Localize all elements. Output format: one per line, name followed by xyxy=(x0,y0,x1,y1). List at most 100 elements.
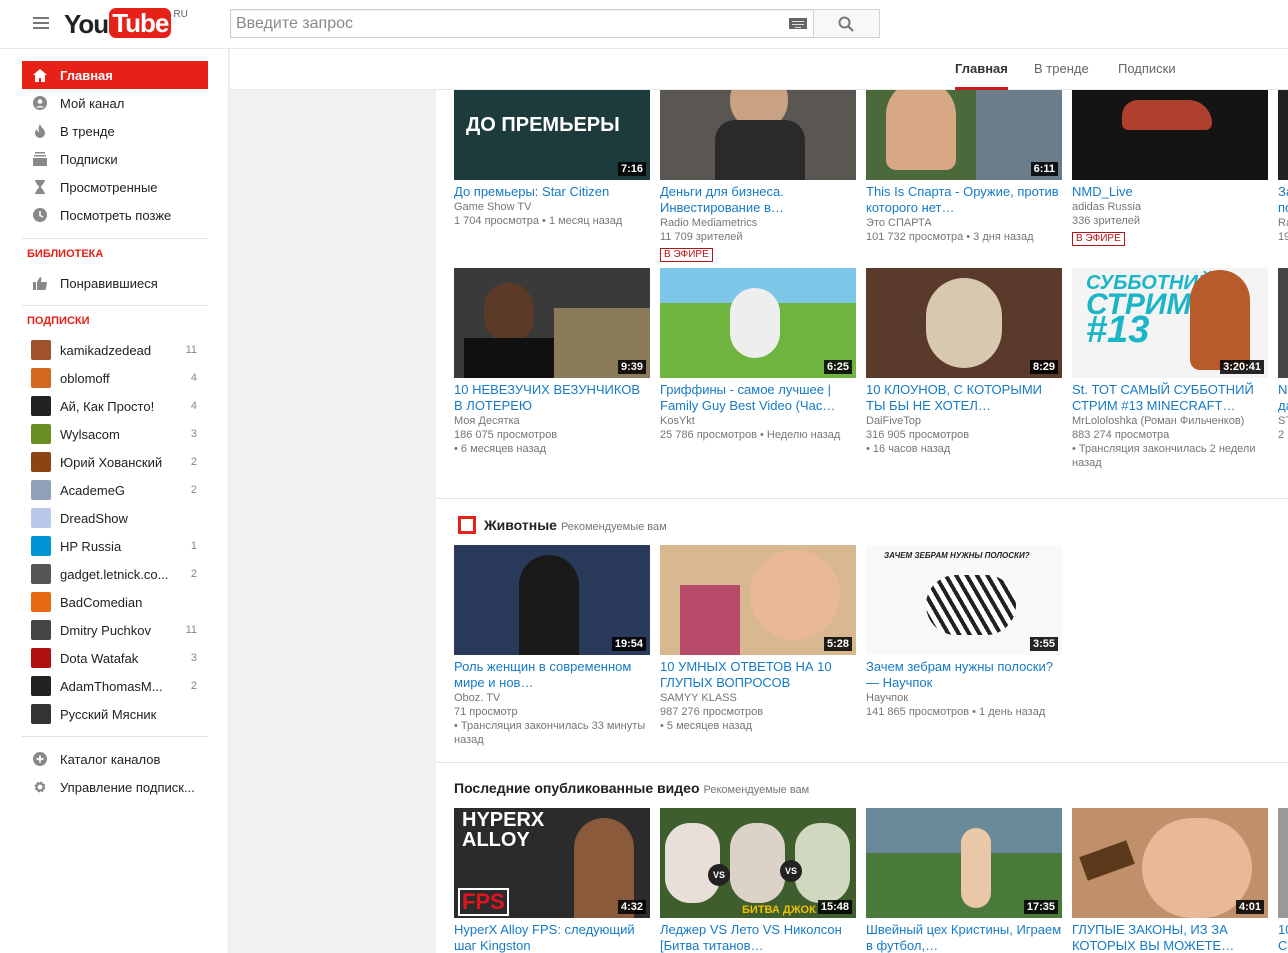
search-button[interactable] xyxy=(813,9,880,38)
video-card[interactable]: 4:01 ГЛУПЫЕ ЗАКОНЫ, ИЗ ЗА КОТОРЫХ ВЫ МОЖ… xyxy=(1072,808,1268,953)
subscription-channel[interactable]: Юрий Хованский 2 xyxy=(22,448,208,476)
sidebar-item-1[interactable]: Мой канал xyxy=(22,89,208,117)
video-title[interactable]: ГЛУПЫЕ ЗАКОНЫ, ИЗ ЗА КОТОРЫХ ВЫ МОЖЕТЕ… xyxy=(1072,922,1268,953)
subscription-channel[interactable]: Wylsacom 3 xyxy=(22,420,208,448)
sidebar-item-5[interactable]: Посмотреть позже xyxy=(22,201,208,229)
sidebar-item-4[interactable]: Просмотренные xyxy=(22,173,208,201)
shelf-heading[interactable]: Последние опубликованные видео Рекомендуе… xyxy=(454,780,809,796)
video-card[interactable]: 10 С. xyxy=(1278,808,1288,953)
video-thumbnail[interactable]: 6:25 xyxy=(660,268,856,378)
video-card[interactable]: N даST 2 xyxy=(1278,268,1288,442)
channel-name[interactable]: adidas Russia xyxy=(1072,200,1268,214)
video-title[interactable]: За по xyxy=(1278,184,1288,216)
video-thumbnail[interactable]: VS VS БИТВА ДЖОК 15:48 xyxy=(660,808,856,918)
video-thumbnail[interactable]: CITIZEN ДО ПРЕМЬЕРЫ 7:16 xyxy=(454,90,650,180)
sidebar-item-0[interactable]: Главная xyxy=(22,61,208,89)
tab-home[interactable]: Главная xyxy=(955,61,1008,90)
video-title[interactable]: 10 КЛОУНОВ, С КОТОРЫМИ ТЫ БЫ НЕ ХОТЕЛ… xyxy=(866,382,1062,414)
subscription-channel[interactable]: AcademeG 2 xyxy=(22,476,208,504)
subscription-channel[interactable]: Dota Watafak 3 xyxy=(22,644,208,672)
video-title[interactable]: Зачем зебрам нужны полоски? — Научпок xyxy=(866,659,1062,691)
video-card[interactable]: 5:28 10 УМНЫХ ОТВЕТОВ НА 10 ГЛУПЫХ ВОПРО… xyxy=(660,545,856,733)
video-thumbnail[interactable]: СУББОТНИЙ СТРИМ #13 3:20:41 xyxy=(1072,268,1268,378)
video-thumbnail[interactable]: 19:54 xyxy=(454,545,650,655)
video-card[interactable]: 9:39 10 НЕВЕЗУЧИХ ВЕЗУНЧИКОВ В ЛОТЕРЕЮ Мо… xyxy=(454,268,650,456)
video-title[interactable]: 10 УМНЫХ ОТВЕТОВ НА 10 ГЛУПЫХ ВОПРОСОВ xyxy=(660,659,856,691)
sidebar-item-2[interactable]: В тренде xyxy=(22,117,208,145)
video-card[interactable]: СУББОТНИЙ СТРИМ #13 3:20:41 St. ТОТ САМЫЙ … xyxy=(1072,268,1268,470)
subscription-channel[interactable]: BadComedian xyxy=(22,588,208,616)
channel-name[interactable]: Radio Mediametrics xyxy=(660,216,856,230)
video-thumbnail[interactable] xyxy=(1278,90,1288,180)
video-thumbnail[interactable]: 6:11 xyxy=(866,90,1062,180)
tab-subscriptions[interactable]: Подписки xyxy=(1118,61,1176,90)
video-title[interactable]: NMD_Live xyxy=(1072,184,1268,200)
video-card[interactable]: 6:11 This Is Спарта - Оружие, против кот… xyxy=(866,90,1062,244)
video-card[interactable]: CITIZEN ДО ПРЕМЬЕРЫ 7:16 До премьеры: St… xyxy=(454,90,650,228)
subscription-channel[interactable]: kamikadzedead 11 xyxy=(22,336,208,364)
channel-name[interactable]: MrLololoshka (Роман Фильченков) xyxy=(1072,414,1268,428)
shelf-heading[interactable]: Животные Рекомендуемые вам xyxy=(454,516,667,534)
video-title[interactable]: HyperX Alloy FPS: следующий шаг Kingston xyxy=(454,922,650,953)
video-title[interactable]: Роль женщин в современном мире и нов… xyxy=(454,659,650,691)
video-thumbnail[interactable]: 9:39 xyxy=(454,268,650,378)
video-thumbnail[interactable]: 17:35 xyxy=(866,808,1062,918)
video-card[interactable]: VS VS БИТВА ДЖОК 15:48 Леджер VS Лето VS… xyxy=(660,808,856,953)
subscription-channel[interactable]: AdamThomasM... 2 xyxy=(22,672,208,700)
video-thumbnail[interactable] xyxy=(1072,90,1268,180)
keyboard-icon[interactable] xyxy=(789,18,807,29)
video-card[interactable]: ЗАЧЕМ ЗЕБРАМ НУЖНЫ ПОЛОСКИ? 3:55 Зачем з… xyxy=(866,545,1062,719)
video-title[interactable]: Деньги для бизнеса. Инвестирование в… xyxy=(660,184,856,216)
video-card[interactable]: 19:54 Роль женщин в современном мире и н… xyxy=(454,545,650,747)
channel-name[interactable]: DaiFiveTop xyxy=(866,414,1062,428)
video-thumbnail[interactable]: 4:01 xyxy=(1072,808,1268,918)
video-card[interactable]: 17:35 Швейный цех Кристины, Играем в фут… xyxy=(866,808,1062,953)
channel-name[interactable]: Oboz. TV xyxy=(454,691,650,705)
video-thumbnail[interactable]: ЗАЧЕМ ЗЕБРАМ НУЖНЫ ПОЛОСКИ? 3:55 xyxy=(866,545,1062,655)
video-thumbnail[interactable]: 8:29 xyxy=(866,268,1062,378)
video-title[interactable]: This Is Спарта - Оружие, против которого… xyxy=(866,184,1062,216)
video-card[interactable]: Деньги для бизнеса. Инвестирование в… Rad… xyxy=(660,90,856,262)
video-thumbnail[interactable]: HYPERX ALLOY FPS 4:32 xyxy=(454,808,650,918)
channel-name[interactable]: KosYkt xyxy=(660,414,856,428)
video-title[interactable]: Гриффины - самое лучшее | Family Guy Bes… xyxy=(660,382,856,414)
video-card[interactable]: 6:25 Гриффины - самое лучшее | Family Gu… xyxy=(660,268,856,442)
video-card[interactable]: NMD_Live adidas Russia 336 зрителей В ЭФИР… xyxy=(1072,90,1268,246)
video-thumbnail[interactable]: 5:28 xyxy=(660,545,856,655)
sidebar-item-3[interactable]: Подписки xyxy=(22,145,208,173)
menu-icon[interactable] xyxy=(33,17,49,30)
video-title[interactable]: N да xyxy=(1278,382,1288,414)
video-card[interactable]: 8:29 10 КЛОУНОВ, С КОТОРЫМИ ТЫ БЫ НЕ ХОТ… xyxy=(866,268,1062,456)
video-title[interactable]: Швейный цех Кристины, Играем в футбол,… xyxy=(866,922,1062,953)
subscription-channel[interactable]: oblomoff 4 xyxy=(22,364,208,392)
sidebar-item-catalog[interactable]: Каталог каналов xyxy=(22,745,208,773)
subscription-channel[interactable]: gadget.letnick.co... 2 xyxy=(22,560,208,588)
tab-trending[interactable]: В тренде xyxy=(1034,61,1089,90)
channel-name[interactable]: Моя Десятка xyxy=(454,414,650,428)
subscription-channel[interactable]: HP Russia 1 xyxy=(22,532,208,560)
video-title[interactable]: Леджер VS Лето VS Николсон [Битва титано… xyxy=(660,922,856,953)
channel-name[interactable]: Это СПАРТА xyxy=(866,216,1062,230)
video-title[interactable]: 10 С. xyxy=(1278,922,1288,953)
sidebar-item-manage[interactable]: Управление подписк... xyxy=(22,773,208,801)
video-thumbnail[interactable] xyxy=(1278,268,1288,378)
sidebar-item-liked[interactable]: Понравившиеся xyxy=(22,269,208,297)
video-card[interactable]: За поRa 19 xyxy=(1278,90,1288,244)
channel-name[interactable]: Game Show TV xyxy=(454,200,650,214)
video-title[interactable]: До премьеры: Star Citizen xyxy=(454,184,650,200)
channel-name[interactable]: SAMYY KLASS xyxy=(660,691,856,705)
subscription-channel[interactable]: DreadShow xyxy=(22,504,208,532)
subscription-channel[interactable]: Русский Мясник xyxy=(22,700,208,728)
subscription-channel[interactable]: Dmitry Puchkov 11 xyxy=(22,616,208,644)
video-thumbnail[interactable] xyxy=(660,90,856,180)
video-card[interactable]: HYPERX ALLOY FPS 4:32 HyperX Alloy FPS: с… xyxy=(454,808,650,953)
video-title[interactable]: 10 НЕВЕЗУЧИХ ВЕЗУНЧИКОВ В ЛОТЕРЕЮ xyxy=(454,382,650,414)
video-thumbnail[interactable] xyxy=(1278,808,1288,918)
subscription-channel[interactable]: Ай, Как Просто! 4 xyxy=(22,392,208,420)
channel-name[interactable]: Научпок xyxy=(866,691,1062,705)
search-input[interactable] xyxy=(231,10,771,37)
channel-name: Wylsacom xyxy=(60,426,120,442)
video-title[interactable]: St. ТОТ САМЫЙ СУББОТНИЙ СТРИМ #13 MINECR… xyxy=(1072,382,1268,414)
video-duration: 4:01 xyxy=(1235,900,1264,914)
youtube-logo[interactable]: You Tube RU xyxy=(64,8,188,40)
